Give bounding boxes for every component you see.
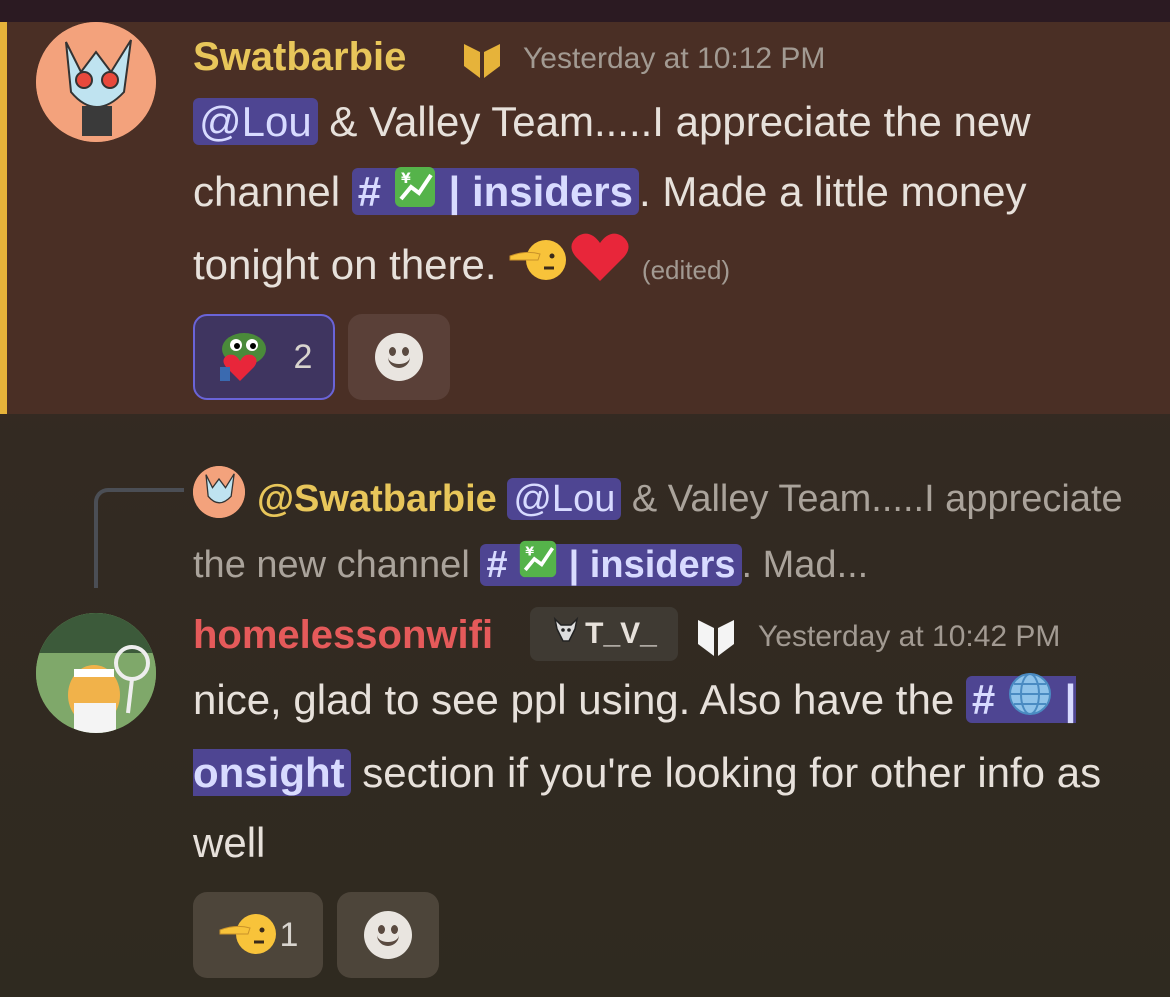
globe-icon [1007, 668, 1053, 738]
user-mention[interactable]: @Lou [193, 98, 318, 145]
channel-link-insiders[interactable]: # ¥ | insiders [480, 540, 742, 586]
reply-connector [94, 488, 184, 588]
shield-role-icon[interactable] [694, 614, 738, 665]
reaction-saluting-face[interactable]: 1 [193, 892, 323, 978]
red-heart-icon [570, 231, 630, 304]
saluting-face-icon [508, 233, 570, 303]
saluting-face-icon [218, 910, 280, 961]
avatar[interactable] [36, 22, 156, 142]
timestamp: Yesterday at 10:12 PM [523, 42, 826, 75]
channel-separator: | [1064, 676, 1077, 723]
channel-separator: | [448, 168, 461, 215]
channel-name: insiders [471, 168, 634, 215]
svg-text:¥: ¥ [401, 171, 411, 187]
pepe-heart-icon [216, 327, 280, 388]
timestamp: Yesterday at 10:42 PM [758, 620, 1061, 653]
hash-icon: # [357, 168, 382, 215]
smile-icon [375, 333, 423, 381]
channel-name: onsight [193, 748, 345, 796]
reply-username[interactable]: @Swatbarbie [257, 478, 497, 520]
message-content: nice, glad to see ppl using. Also have t… [193, 665, 1143, 878]
svg-text:¥: ¥ [525, 543, 534, 558]
reaction-count: 1 [279, 915, 299, 954]
reply-preview[interactable]: @Swatbarbie @Lou & Valley Team.....I app… [193, 466, 1133, 600]
channel-link-insiders[interactable]: # ¥ | insiders [351, 166, 640, 215]
chart-yen-icon: ¥ [393, 160, 437, 230]
goat-icon [551, 615, 581, 653]
add-reaction-button[interactable] [348, 314, 450, 400]
chart-yen-icon: ¥ [518, 534, 558, 600]
badge-label: T_V_ [585, 617, 657, 650]
user-mention[interactable]: @Lou [507, 478, 622, 520]
message-text: nice, glad to see ppl using. Also have t… [193, 676, 966, 723]
channel-name: insiders [589, 544, 736, 586]
channel-separator: | [568, 544, 580, 586]
reply-text: . Mad... [741, 544, 869, 586]
message-content: @Lou & Valley Team.....I appreciate the … [193, 87, 1143, 305]
reaction-count: 2 [293, 337, 313, 376]
edited-label: (edited) [641, 254, 731, 285]
username[interactable]: homelessonwifi [193, 613, 493, 658]
hash-icon: # [971, 676, 996, 723]
guild-tag-badge[interactable]: T_V_ [530, 607, 678, 661]
top-bar [0, 0, 1170, 22]
avatar[interactable] [36, 613, 156, 733]
shield-role-icon[interactable] [460, 38, 504, 87]
smile-icon [364, 911, 412, 959]
hash-icon: # [486, 544, 508, 586]
reaction-pepe-heart[interactable]: 2 [193, 314, 335, 400]
add-reaction-button[interactable] [337, 892, 439, 978]
username[interactable]: Swatbarbie [193, 35, 406, 80]
